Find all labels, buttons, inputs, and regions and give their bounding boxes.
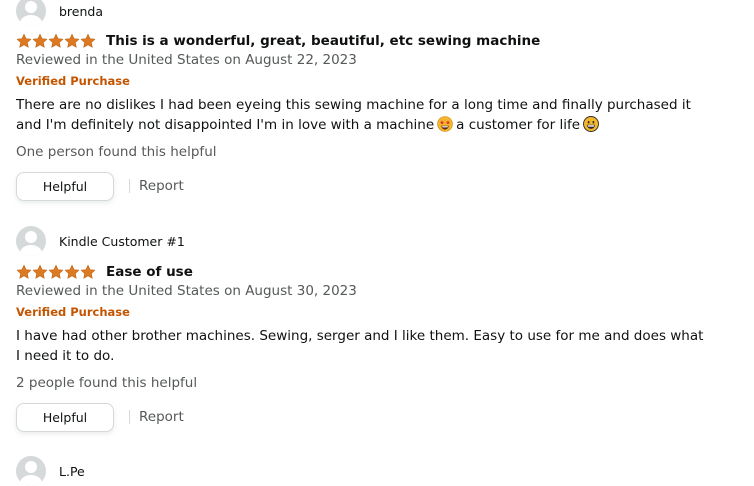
star-rating[interactable]: [16, 264, 96, 280]
star-icon: [16, 33, 32, 48]
star-icon: [48, 33, 64, 48]
helpful-vote-count: One person found this helpful: [16, 144, 217, 160]
star-icon: [64, 33, 80, 48]
helpful-button[interactable]: Helpful: [16, 171, 114, 201]
star-icon: [32, 264, 48, 279]
star-icon: [64, 264, 80, 279]
avatar: [16, 456, 46, 486]
star-rating[interactable]: [16, 33, 96, 49]
avatar: [16, 226, 46, 256]
review-title-row: Ease of use: [16, 262, 193, 282]
star-icon: [48, 264, 64, 279]
star-icon: [80, 33, 96, 48]
review-body: I have had other brother machines. Sewin…: [16, 328, 704, 364]
review-date: Reviewed in the United States on August …: [16, 283, 357, 299]
star-icon: [80, 264, 96, 279]
review-title[interactable]: Ease of use: [106, 264, 193, 280]
review-title[interactable]: This is a wonderful, great, beautiful, e…: [106, 33, 540, 49]
verified-purchase-badge: Verified Purchase: [16, 305, 130, 319]
review-body-text-end: a customer for life: [456, 117, 581, 133]
star-struck-emoji-icon: [437, 116, 453, 138]
report-link[interactable]: Report: [139, 409, 184, 425]
reviewer-name: L.Pe: [59, 463, 85, 479]
helpful-vote-count: 2 people found this helpful: [16, 375, 198, 391]
reviewer-name: Kindle Customer #1: [59, 233, 185, 249]
verified-purchase-badge: Verified Purchase: [16, 74, 130, 88]
divider: [129, 410, 130, 424]
star-icon: [32, 33, 48, 48]
review-actions: Helpful Report: [16, 171, 184, 201]
avatar: [16, 0, 46, 26]
star-icon: [16, 264, 32, 279]
reviewer-name: brenda: [59, 3, 104, 19]
report-link[interactable]: Report: [139, 178, 184, 194]
helpful-button[interactable]: Helpful: [16, 402, 114, 432]
review-actions: Helpful Report: [16, 402, 184, 432]
review-date: Reviewed in the United States on August …: [16, 52, 357, 68]
grinning-face-emoji-icon: [583, 116, 599, 138]
divider: [129, 179, 130, 193]
review-title-row: This is a wonderful, great, beautiful, e…: [16, 31, 540, 51]
reviewer-profile[interactable]: brenda: [16, 0, 103, 26]
review-body: There are no dislikes I had been eyeing …: [16, 95, 706, 138]
reviewer-profile[interactable]: Kindle Customer #1: [16, 226, 185, 256]
reviewer-profile[interactable]: L.Pe: [16, 456, 85, 486]
